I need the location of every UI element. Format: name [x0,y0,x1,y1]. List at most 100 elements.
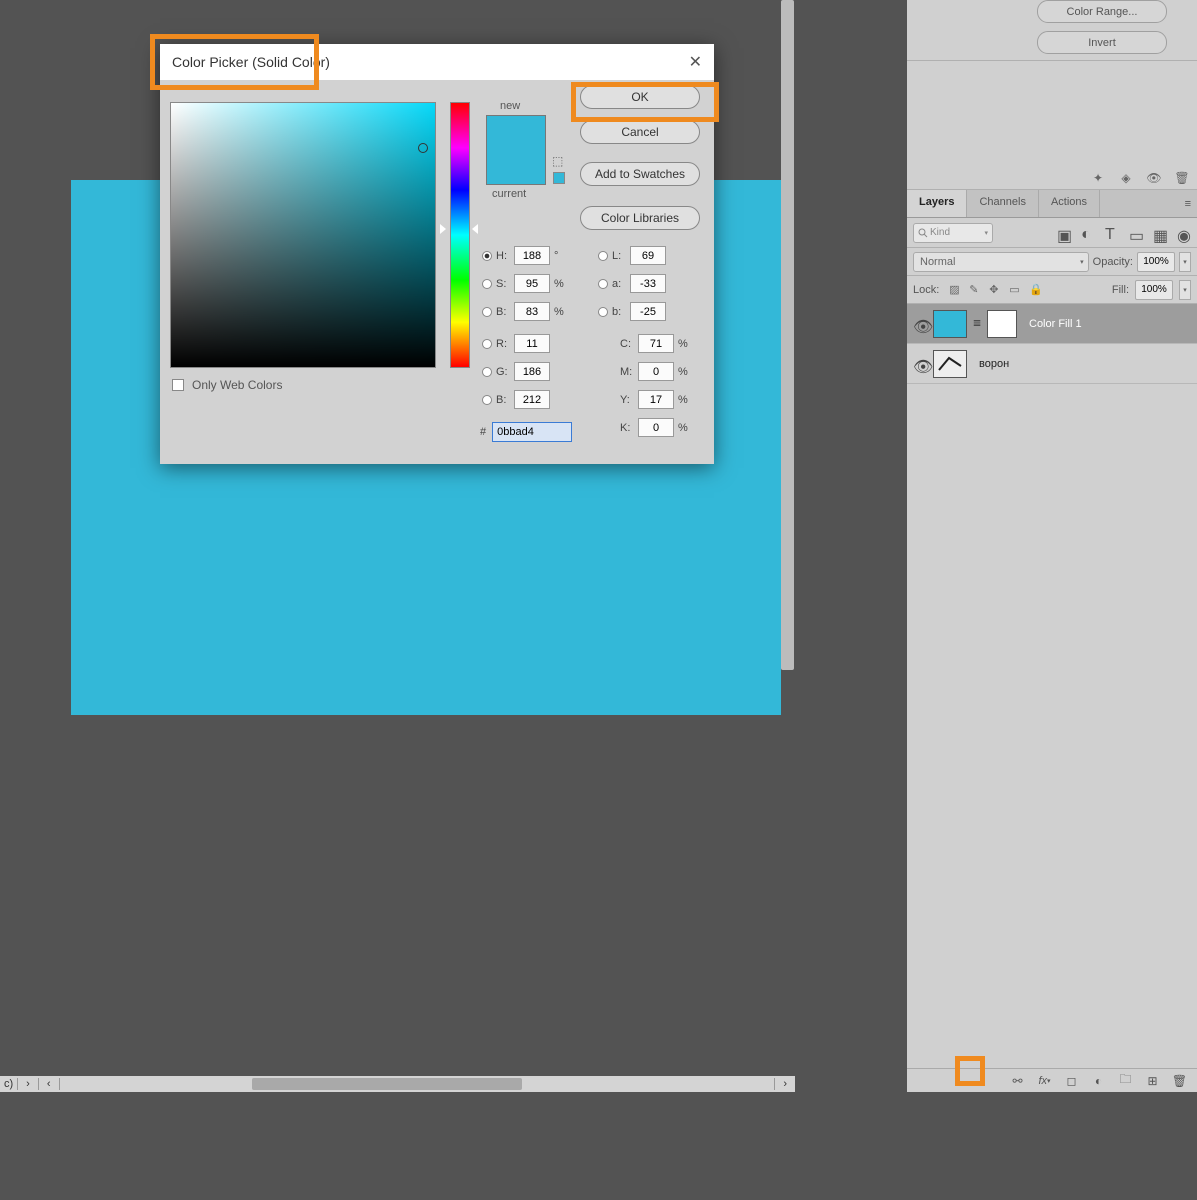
mask-thumbnail[interactable] [987,310,1017,338]
vertical-scrollbar[interactable] [781,0,794,670]
fill-input[interactable] [1135,280,1173,300]
blue-input[interactable] [514,390,550,409]
mask-icon[interactable]: ◻ [1064,1073,1079,1088]
hscroll-right-arrow[interactable]: › [774,1078,795,1090]
brightness-input[interactable] [514,302,550,321]
delete-layer-icon[interactable]: 🗑 [1172,1073,1187,1088]
fx-icon[interactable]: fx▾ [1037,1073,1052,1088]
tab-actions[interactable]: Actions [1039,190,1100,217]
lock-pixels-icon[interactable]: ✎ [969,283,983,297]
visibility-icon[interactable]: 👁 [913,317,927,331]
horizontal-scroll-track[interactable] [62,1077,773,1091]
M-input[interactable] [638,362,674,381]
current-color-swatch[interactable] [487,150,545,184]
invert-button[interactable]: Invert [1037,31,1167,54]
a-radio[interactable] [598,279,608,289]
lock-all-icon[interactable]: 🔒 [1029,283,1043,297]
blend-mode-value: Normal [920,256,955,268]
gamut-warning-icon[interactable]: ⬚ [552,154,566,168]
opacity-input[interactable] [1137,252,1175,272]
b-lab-input[interactable] [630,302,666,321]
link-layers-icon[interactable]: ⚯ [1010,1073,1025,1088]
hscroll-left-arrow[interactable]: ‹ [39,1078,60,1090]
lock-transparency-icon[interactable]: ▨ [949,283,963,297]
C-field: C: % [620,334,690,353]
ok-button[interactable]: OK [580,85,700,109]
saturation-picker-cursor[interactable] [418,143,428,153]
K-field: K: % [620,418,690,437]
a-field: a: [598,274,666,293]
red-field: R: [482,334,550,353]
trash-icon[interactable]: 🗑 [1175,171,1189,185]
panel-menu-icon[interactable]: ≡ [1185,198,1191,210]
add-to-swatches-button[interactable]: Add to Swatches [580,162,700,186]
Y-input[interactable] [638,390,674,409]
L-input[interactable] [630,246,666,265]
hex-input[interactable] [492,422,572,442]
opacity-dd[interactable]: ▾ [1179,252,1191,272]
hue-input[interactable] [514,246,550,265]
a-input[interactable] [630,274,666,293]
horizontal-scroll-thumb[interactable] [252,1078,522,1090]
filter-type-icon[interactable]: T [1105,226,1119,240]
layer-thumbnail[interactable] [933,350,967,378]
hex-row: # [480,422,572,442]
hue-radio[interactable] [482,251,492,261]
L-radio[interactable] [598,251,608,261]
green-field: G: [482,362,550,381]
b-lab-radio[interactable] [598,307,608,317]
fill-dd[interactable]: ▾ [1179,280,1191,300]
tab-channels[interactable]: Channels [967,190,1038,217]
fill-label: Fill: [1112,284,1129,296]
kind-filter-dropdown[interactable]: Kind ▾ [913,223,993,243]
r-radio[interactable] [482,339,492,349]
blend-mode-dropdown[interactable]: Normal ▾ [913,252,1089,272]
new-color-label: new [500,100,520,112]
filter-smart-icon[interactable]: ▦ [1153,226,1167,240]
g-radio[interactable] [482,367,492,377]
filter-pixel-icon[interactable]: ▣ [1057,226,1071,240]
only-web-colors-checkbox[interactable]: Only Web Colors [172,378,282,392]
lock-artboard-icon[interactable]: ▭ [1009,283,1023,297]
C-input[interactable] [638,334,674,353]
visibility-icon[interactable]: 👁 [913,357,927,371]
clip-icon[interactable]: ✦ [1091,171,1105,185]
layer-row[interactable]: 👁 𝌆 Color Fill 1 [907,304,1197,344]
Y-field: Y: % [620,390,690,409]
red-input[interactable] [514,334,550,353]
layer-name[interactable]: ворон [979,358,1009,370]
close-icon[interactable]: ✕ [689,52,702,72]
filter-shape-icon[interactable]: ▭ [1129,226,1143,240]
visibility-icon[interactable]: 👁 [1147,171,1161,185]
layer-row[interactable]: 👁 ворон [907,344,1197,384]
view-prev-icon[interactable]: ◈ [1119,171,1133,185]
gamut-swatch[interactable] [553,172,565,184]
green-input[interactable] [514,362,550,381]
group-icon[interactable]: 🗀 [1118,1073,1133,1088]
new-layer-icon[interactable]: ⊞ [1145,1073,1160,1088]
dialog-titlebar[interactable]: Color Picker (Solid Color) ✕ [160,44,714,80]
status-doc-label: c) [0,1078,18,1090]
saturation-field[interactable] [170,102,436,368]
cancel-button[interactable]: Cancel [580,120,700,144]
layer-name[interactable]: Color Fill 1 [1029,318,1082,330]
layer-thumbnail[interactable] [933,310,967,338]
lock-position-icon[interactable]: ✥ [989,283,1003,297]
tab-layers[interactable]: Layers [907,190,967,217]
status-arrow[interactable]: › [18,1078,39,1090]
b-radio[interactable] [482,395,492,405]
bri-radio[interactable] [482,307,492,317]
new-color-swatch [487,116,545,150]
hue-slider[interactable] [450,102,470,368]
color-range-button[interactable]: Color Range... [1037,0,1167,23]
saturation-input[interactable] [514,274,550,293]
sat-radio[interactable] [482,279,492,289]
checkbox-icon[interactable] [172,379,184,391]
blend-row: Normal ▾ Opacity: ▾ [907,248,1197,276]
K-input[interactable] [638,418,674,437]
hue-field: H: ° [482,246,566,265]
color-libraries-button[interactable]: Color Libraries [580,206,700,230]
adjustment-layer-icon[interactable]: ◐ [1091,1073,1106,1088]
filter-toggle-icon[interactable]: ◉ [1177,226,1191,240]
filter-adjust-icon[interactable]: ◐ [1081,226,1095,240]
